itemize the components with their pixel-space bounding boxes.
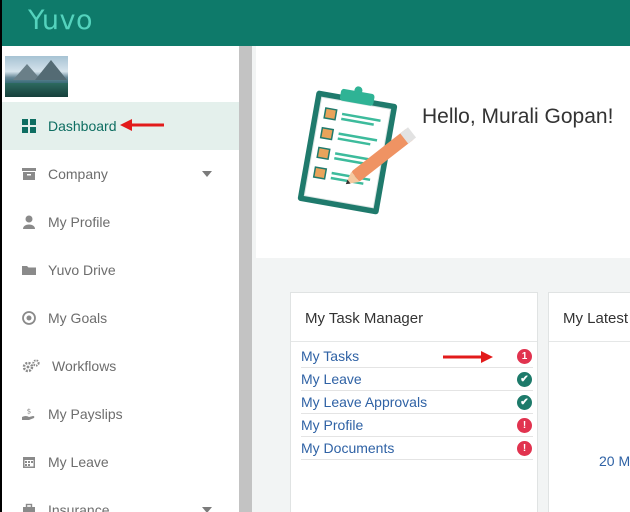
divider	[549, 341, 630, 342]
sidebar-item-my-payslips[interactable]: $ My Payslips	[2, 390, 239, 438]
sidebar-item-label: Insurance	[48, 502, 110, 512]
hand-dollar-icon: $	[22, 407, 36, 421]
exclamation-circle-icon: !	[517, 441, 532, 456]
sidebar-item-my-leave[interactable]: My Leave	[2, 438, 239, 486]
sidebar-item-label: Workflows	[52, 358, 117, 374]
sidebar-item-workflows[interactable]: Workflows	[2, 342, 239, 390]
folder-icon	[22, 263, 36, 277]
task-link[interactable]: My Documents	[301, 440, 394, 456]
clipboard-checklist-icon	[297, 86, 417, 215]
annotation-arrow-icon	[120, 119, 164, 131]
user-icon	[22, 215, 36, 229]
latest-card: My Latest 20 Ma	[548, 292, 630, 512]
forest-shape	[5, 83, 68, 97]
task-item-my-tasks[interactable]: My Tasks 1	[301, 345, 533, 368]
task-link[interactable]: My Leave Approvals	[301, 394, 427, 410]
check-circle-icon: ✔	[517, 395, 532, 410]
card-title: My Task Manager	[305, 310, 424, 327]
target-icon	[22, 311, 36, 325]
sidebar-item-my-profile[interactable]: My Profile	[2, 198, 239, 246]
grid-icon	[22, 119, 36, 133]
archive-icon	[22, 167, 36, 181]
sidebar-item-label: Yuvo Drive	[48, 262, 116, 278]
exclamation-circle-icon: !	[517, 418, 532, 433]
task-manager-card: My Task Manager My Tasks 1 My Leave ✔ My…	[290, 292, 538, 512]
sidebar-item-label: Company	[48, 166, 108, 182]
date-text[interactable]: 20 Ma	[599, 453, 630, 469]
cogs-icon	[22, 359, 40, 373]
chevron-down-icon[interactable]	[202, 171, 212, 177]
divider	[291, 341, 537, 342]
task-item-my-documents[interactable]: My Documents !	[301, 437, 533, 460]
sidebar-item-label: My Profile	[48, 214, 111, 230]
svg-text:$: $	[27, 408, 31, 416]
annotation-arrow-icon	[443, 351, 493, 363]
welcome-panel: Hello, Murali Gopan!	[256, 46, 630, 258]
sidebar-item-insurance[interactable]: Insurance	[2, 486, 239, 512]
sidebar-item-company[interactable]: Company	[2, 150, 239, 198]
sidebar-item-label: Dashboard	[48, 118, 117, 134]
greeting-text: Hello, Murali Gopan!	[422, 105, 614, 128]
task-item-my-leave-approvals[interactable]: My Leave Approvals ✔	[301, 391, 533, 414]
task-link[interactable]: My Tasks	[301, 348, 359, 364]
sidebar-item-label: My Goals	[48, 310, 108, 326]
sidebar-item-yuvo-drive[interactable]: Yuvo Drive	[2, 246, 239, 294]
sidebar-item-label: My Payslips	[48, 406, 123, 422]
sidebar-item-my-goals[interactable]: My Goals	[2, 294, 239, 342]
sidebar-item-label: My Leave	[48, 454, 109, 470]
top-header: Yuvo	[2, 0, 630, 46]
count-badge: 1	[517, 349, 532, 364]
scrollbar[interactable]	[239, 46, 252, 512]
main-content: Hello, Murali Gopan! My Task Manager My …	[252, 46, 630, 512]
calendar-icon	[22, 455, 36, 469]
briefcase-icon	[22, 503, 36, 512]
task-link[interactable]: My Leave	[301, 371, 362, 387]
mountain-shape	[35, 60, 67, 80]
task-item-my-leave[interactable]: My Leave ✔	[301, 368, 533, 391]
profile-picture[interactable]	[5, 56, 68, 97]
chevron-down-icon[interactable]	[202, 507, 212, 512]
task-link[interactable]: My Profile	[301, 417, 363, 433]
check-circle-icon: ✔	[517, 372, 532, 387]
sidebar: Dashboard Company My Profile Yuvo Drive …	[2, 46, 239, 512]
task-item-my-profile[interactable]: My Profile !	[301, 414, 533, 437]
card-title: My Latest	[563, 310, 629, 327]
app-logo[interactable]: Yuvo	[28, 5, 93, 36]
